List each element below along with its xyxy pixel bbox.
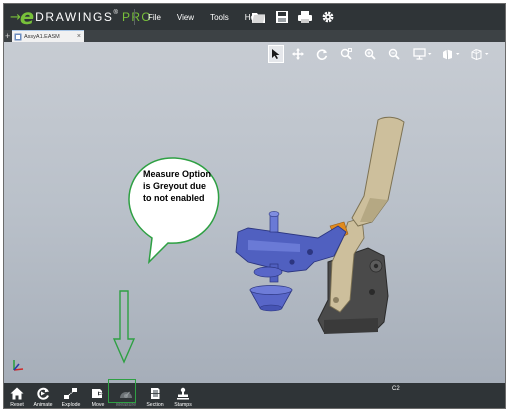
view-orientation-icon xyxy=(443,49,460,60)
title-bar: → e DRAWINGS ® PRO File View Tools Help xyxy=(4,4,505,30)
tab-assembly[interactable]: AssyA1.EASM × xyxy=(12,30,84,42)
logo-mark: e xyxy=(19,5,35,29)
home-icon xyxy=(10,387,24,399)
section-label: Section xyxy=(146,402,164,408)
move-icon xyxy=(92,388,104,398)
select-icon xyxy=(272,49,280,59)
new-tab-button[interactable]: + xyxy=(5,31,10,41)
3d-view-button[interactable] xyxy=(468,45,496,63)
zoom-area-button[interactable] xyxy=(362,45,378,63)
bottom-toolbar: Reset Animate Explode Move Measure Secti… xyxy=(4,383,505,408)
menu-file[interactable]: File xyxy=(140,13,169,22)
reset-label: Reset xyxy=(10,402,24,408)
view-orientation-button[interactable] xyxy=(440,45,462,63)
section-button[interactable]: Section xyxy=(142,383,168,408)
graphics-viewport[interactable] xyxy=(4,42,505,383)
zoom-fit-button[interactable] xyxy=(338,45,354,63)
gear-icon xyxy=(322,11,334,23)
tab-close-button[interactable]: × xyxy=(77,33,81,41)
reset-button[interactable]: Reset xyxy=(6,383,28,408)
axis-triad-icon xyxy=(13,360,24,371)
assembly-file-icon xyxy=(14,33,22,40)
move-label: Move xyxy=(91,402,105,408)
logo-word: DRAWINGS xyxy=(35,10,114,24)
edrawings-logo: → e DRAWINGS ® PRO xyxy=(10,6,152,28)
rotate-button[interactable] xyxy=(314,45,330,63)
3d-view-icon xyxy=(471,48,489,60)
save-icon xyxy=(276,11,288,23)
configuration-name: C2 xyxy=(392,386,400,392)
explode-label: Explode xyxy=(61,402,81,408)
zoom-button[interactable] xyxy=(386,45,402,63)
display-style-icon xyxy=(413,48,432,60)
explode-icon xyxy=(64,387,77,399)
logo-separator xyxy=(134,9,135,25)
move-button[interactable]: Move xyxy=(86,383,110,408)
save-button[interactable] xyxy=(273,8,291,26)
zoom-icon xyxy=(388,48,400,60)
tab-label: AssyA1.EASM xyxy=(24,33,60,40)
document-tab-bar: + AssyA1.EASM × xyxy=(4,30,505,42)
animate-label: Animate xyxy=(33,402,53,408)
menu-tools[interactable]: Tools xyxy=(202,13,237,22)
edrawings-window: → e DRAWINGS ® PRO File View Tools Help xyxy=(3,3,506,409)
open-button[interactable] xyxy=(250,8,268,26)
options-button[interactable] xyxy=(319,8,337,26)
zoom-fit-icon xyxy=(340,48,352,60)
menu-view[interactable]: View xyxy=(169,13,202,22)
select-button[interactable] xyxy=(268,45,284,63)
zoom-area-icon xyxy=(364,48,376,60)
pan-button[interactable] xyxy=(290,45,306,63)
quick-access-toolbar xyxy=(250,8,342,26)
callout-text: Measure Option is Greyout due to not ena… xyxy=(143,169,212,203)
animate-icon xyxy=(37,387,50,400)
print-icon xyxy=(298,11,312,23)
display-style-button[interactable] xyxy=(412,45,434,63)
stamps-label: Stamps xyxy=(174,402,192,408)
measure-highlight-box xyxy=(108,379,136,403)
explode-button[interactable]: Explode xyxy=(58,383,84,408)
animate-button[interactable]: Animate xyxy=(30,383,56,408)
stamps-button[interactable]: Stamps xyxy=(170,383,196,408)
stamp-icon xyxy=(177,387,189,399)
print-button[interactable] xyxy=(296,8,314,26)
open-icon xyxy=(252,13,265,23)
pan-icon xyxy=(292,48,304,60)
section-icon xyxy=(149,387,161,399)
logo-trademark: ® xyxy=(113,10,118,16)
rotate-icon xyxy=(316,49,328,60)
